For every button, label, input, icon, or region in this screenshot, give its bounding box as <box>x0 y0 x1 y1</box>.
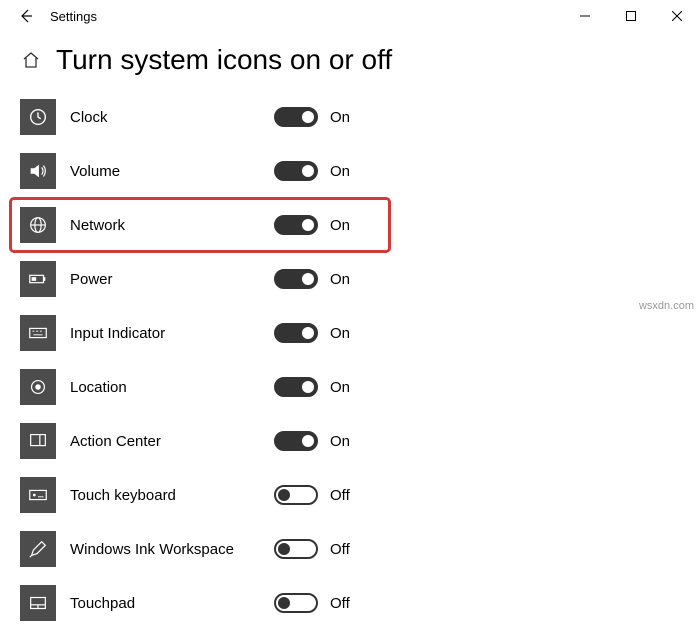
pen-icon <box>20 531 56 567</box>
back-button[interactable] <box>10 0 42 32</box>
setting-row-ink: Windows Ink Workspace Off <box>20 522 692 576</box>
toggle-group: On <box>274 215 350 235</box>
toggle-group: On <box>274 161 350 181</box>
panel-icon <box>20 423 56 459</box>
toggle-group: On <box>274 107 350 127</box>
toggle-location[interactable] <box>274 377 318 397</box>
toggle-state-label: On <box>330 379 350 396</box>
setting-label: Action Center <box>70 433 260 450</box>
setting-label: Power <box>70 271 260 288</box>
toggle-touchkeyboard[interactable] <box>274 485 318 505</box>
toggle-power[interactable] <box>274 269 318 289</box>
maximize-button[interactable] <box>608 0 654 32</box>
toggle-state-label: Off <box>330 541 350 558</box>
setting-row-network: Network On <box>10 198 390 252</box>
maximize-icon <box>626 11 636 21</box>
setting-label: Location <box>70 379 260 396</box>
page-header: Turn system icons on or off <box>0 32 700 86</box>
clock-icon <box>20 99 56 135</box>
toggle-state-label: On <box>330 109 350 126</box>
back-icon <box>18 8 34 24</box>
toggle-group: On <box>274 269 350 289</box>
toggle-state-label: On <box>330 271 350 288</box>
minimize-button[interactable] <box>562 0 608 32</box>
target-icon <box>20 369 56 405</box>
toggle-state-label: On <box>330 163 350 180</box>
keyboard-icon <box>20 315 56 351</box>
setting-row-power: Power On <box>20 252 692 306</box>
setting-label: Network <box>70 217 260 234</box>
minimize-icon <box>580 11 590 21</box>
watermark: wsxdn.com <box>639 300 694 312</box>
setting-label: Touchpad <box>70 595 260 612</box>
toggle-group: Off <box>274 539 350 559</box>
close-button[interactable] <box>654 0 700 32</box>
toggle-state-label: On <box>330 325 350 342</box>
toggle-input[interactable] <box>274 323 318 343</box>
close-icon <box>672 11 682 21</box>
volume-icon <box>20 153 56 189</box>
toggle-group: Off <box>274 485 350 505</box>
toggle-state-label: Off <box>330 595 350 612</box>
setting-label: Windows Ink Workspace <box>70 541 260 558</box>
toggle-state-label: Off <box>330 487 350 504</box>
window-controls <box>562 0 700 32</box>
toggle-group: On <box>274 431 350 451</box>
toggle-state-label: On <box>330 433 350 450</box>
setting-row-touchkeyboard: Touch keyboard Off <box>20 468 692 522</box>
settings-list: ClockOnVolumeOnNetworkOnPowerOnInput Ind… <box>0 86 700 630</box>
toggle-network[interactable] <box>274 215 318 235</box>
toggle-group: Off <box>274 593 350 613</box>
window-title: Settings <box>50 9 97 24</box>
setting-row-volume: Volume On <box>20 144 692 198</box>
toggle-actioncenter[interactable] <box>274 431 318 451</box>
setting-row-touchpad: Touchpad Off <box>20 576 692 630</box>
globe-icon <box>20 207 56 243</box>
toggle-ink[interactable] <box>274 539 318 559</box>
toggle-clock[interactable] <box>274 107 318 127</box>
setting-row-location: Location On <box>20 360 692 414</box>
toggle-group: On <box>274 377 350 397</box>
toggle-touchpad[interactable] <box>274 593 318 613</box>
setting-row-actioncenter: Action Center On <box>20 414 692 468</box>
touchkey-icon <box>20 477 56 513</box>
home-button[interactable] <box>20 49 42 71</box>
toggle-group: On <box>274 323 350 343</box>
setting-label: Input Indicator <box>70 325 260 342</box>
setting-label: Clock <box>70 109 260 126</box>
setting-row-clock: Clock On <box>20 90 692 144</box>
titlebar: Settings <box>0 0 700 32</box>
setting-label: Touch keyboard <box>70 487 260 504</box>
toggle-state-label: On <box>330 217 350 234</box>
battery-icon <box>20 261 56 297</box>
setting-label: Volume <box>70 163 260 180</box>
page-title: Turn system icons on or off <box>56 44 392 76</box>
touchpad-icon <box>20 585 56 621</box>
setting-row-input: Input Indicator On <box>20 306 692 360</box>
home-icon <box>21 50 41 70</box>
toggle-volume[interactable] <box>274 161 318 181</box>
